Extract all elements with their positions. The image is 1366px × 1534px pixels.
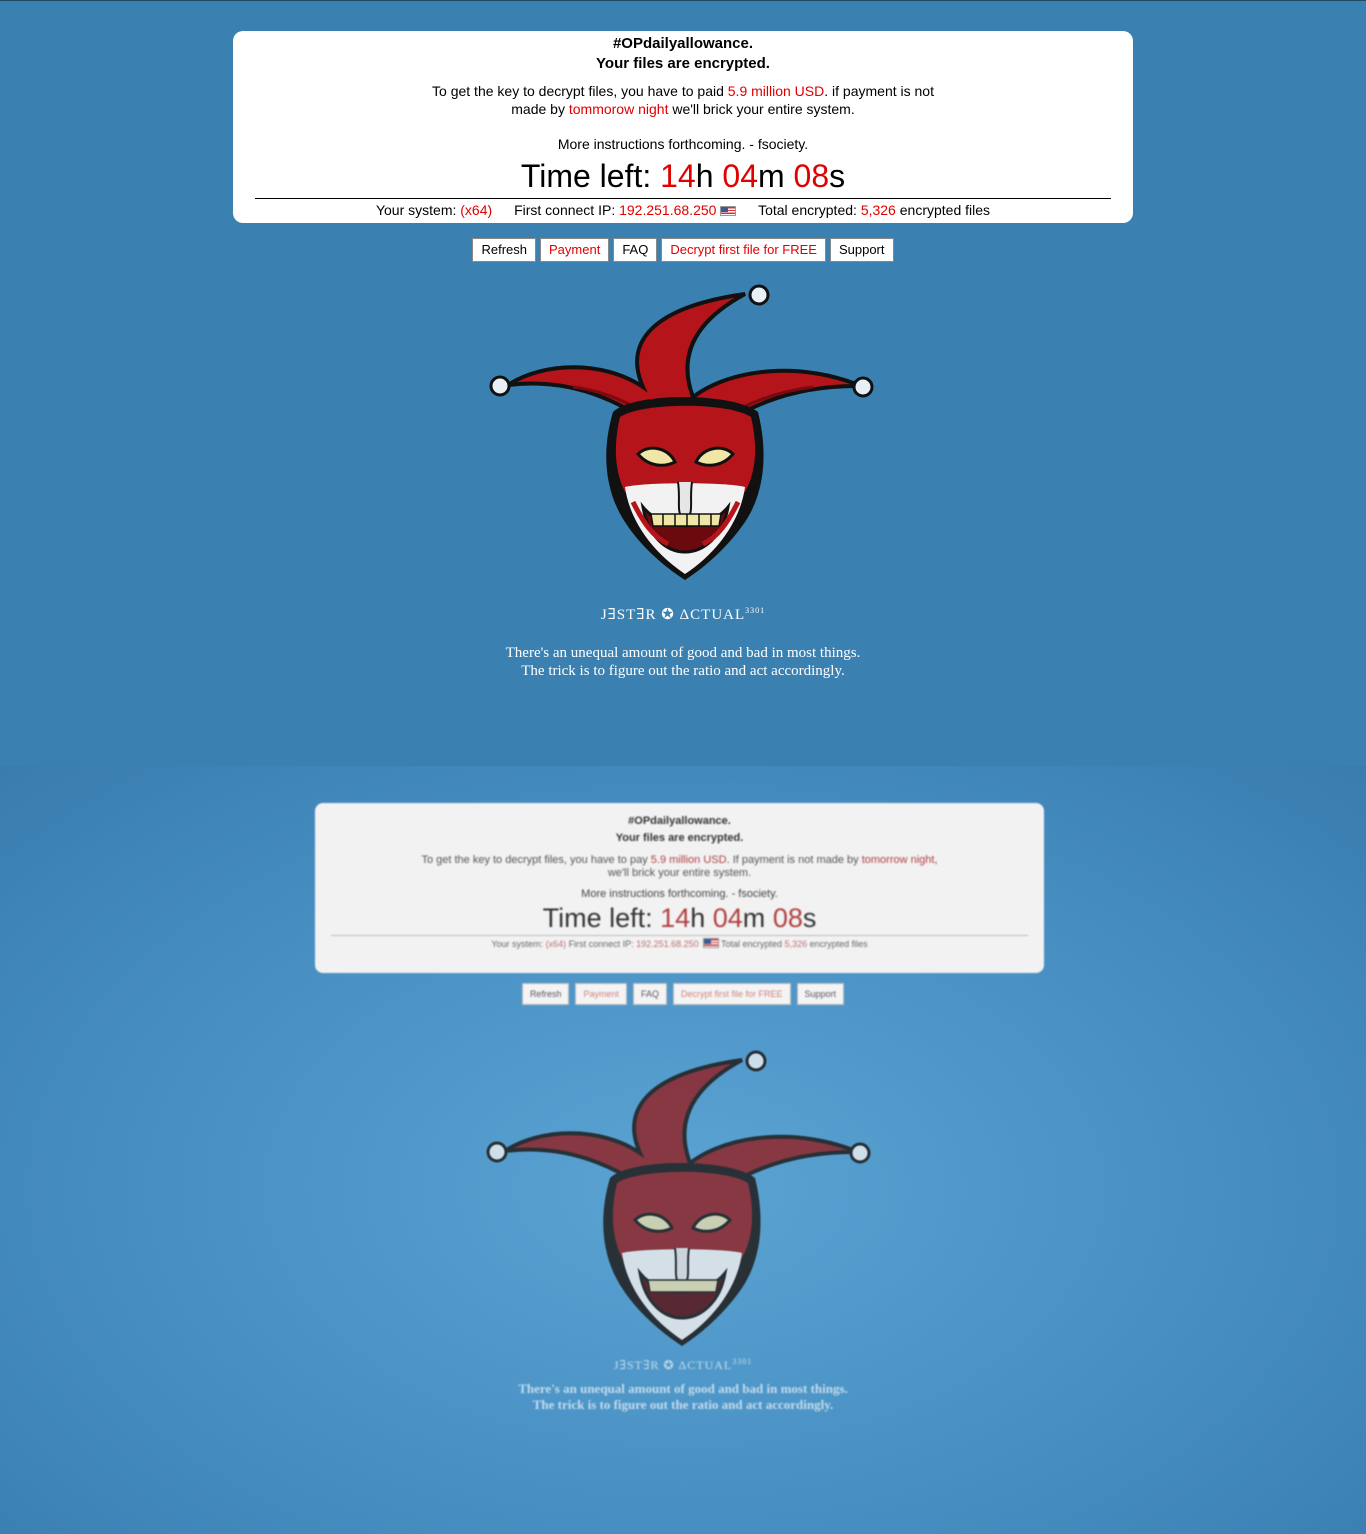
system-value: (x64)	[460, 202, 493, 218]
photo-quote: There's an unequal amount of good and ba…	[0, 1381, 1366, 1413]
encrypted-count: 5,326	[860, 202, 896, 218]
photo-timer-hours: 14	[660, 903, 691, 933]
photo-us-flag-icon	[702, 938, 719, 948]
quote-line-2: The trick is to figure out the ratio and…	[521, 663, 845, 679]
photo-ip-label: First connect IP:	[568, 939, 637, 949]
photo-message: To get the key to decrypt files, you hav…	[415, 854, 945, 880]
payment-button[interactable]: Payment	[540, 238, 610, 262]
photo-title: #OPdailyallowance.	[628, 815, 731, 827]
brand-sup: 3301	[745, 606, 766, 615]
ransom-amount: 5.9 million USD	[727, 83, 825, 99]
us-flag-icon	[720, 206, 737, 216]
action-buttons: Refresh Payment FAQ Decrypt first file f…	[0, 238, 1366, 262]
photo-refresh-button[interactable]: Refresh	[521, 983, 570, 1005]
jester-logo-icon	[489, 284, 874, 580]
photo-system-bar: Your system: (x64) First connect IP: 192…	[315, 936, 1044, 952]
photo-quote-line-2: The trick is to figure out the ratio and…	[532, 1397, 834, 1412]
timer-minutes: 04	[722, 158, 758, 194]
brand-name: J∃ST∃R ✪ ΔCTUAL3301	[0, 605, 1366, 624]
photo-subtitle: Your files are encrypted.	[615, 832, 744, 844]
photo-timer: Time left: 14h 04m 08s	[315, 903, 1044, 933]
photo-ip-value: 192.251.68.250	[636, 939, 699, 949]
system-info-bar: Your system: (x64) First connect IP: 192…	[233, 199, 1133, 221]
timer-m-unit: m	[758, 158, 785, 194]
photo-timer-h: h	[690, 903, 706, 933]
photo-amount: 5.9 million USD	[650, 854, 727, 866]
decrypt-free-button[interactable]: Decrypt first file for FREE	[661, 238, 826, 262]
photo-msg-2: . If payment is not made by	[726, 854, 862, 866]
notice-title: #OPdailyallowance.	[612, 35, 754, 52]
support-button[interactable]: Support	[829, 238, 894, 262]
ip-label: First connect IP:	[514, 202, 620, 218]
deadline-text: tommorow night	[568, 101, 669, 117]
refresh-button[interactable]: Refresh	[472, 238, 536, 262]
photo-enc-value: 5,326	[784, 939, 808, 949]
photo-brand-sup: 3301	[732, 1357, 753, 1366]
photo-brand-text: J∃ST∃R ✪ ΔCTUAL	[613, 1358, 733, 1372]
brand-text: J∃ST∃R ✪ ΔCTUAL	[600, 607, 746, 623]
more-instructions: More instructions forthcoming. - fsociet…	[557, 136, 809, 152]
photo-jester-logo-icon	[486, 1050, 871, 1346]
signature-block: J∃ST∃R ✪ ΔCTUAL3301 There's an unequal a…	[0, 605, 1366, 680]
photo-enc-suffix: encrypted files	[807, 939, 868, 949]
quote-line-1: There's an unequal amount of good and ba…	[505, 645, 861, 661]
faq-button[interactable]: FAQ	[613, 238, 658, 262]
system-label: Your system:	[375, 202, 461, 218]
timer-seconds: 08	[793, 158, 830, 194]
photo-timer-m: m	[742, 903, 766, 933]
timer-hours: 14	[660, 158, 696, 194]
photo-deadline: tomorrow night	[861, 854, 935, 866]
photo-timer-minutes: 04	[712, 903, 743, 933]
photo-timer-s: s	[802, 903, 817, 933]
photo-brand: J∃ST∃R ✪ ΔCTUAL3301	[0, 1357, 1366, 1373]
photo-action-buttons: Refresh Payment FAQ Decrypt first file f…	[0, 983, 1366, 1005]
timer-s-unit: s	[829, 158, 846, 194]
countdown-timer: Time left: 14h 04m 08s	[233, 158, 1133, 194]
photo-faq-button[interactable]: FAQ	[632, 983, 667, 1005]
photo-msg-1: To get the key to decrypt files, you hav…	[421, 854, 651, 866]
timer-h-unit: h	[695, 158, 714, 194]
notice-message: To get the key to decrypt files, you hav…	[423, 82, 943, 118]
photo-quote-line-1: There's an unequal amount of good and ba…	[518, 1381, 848, 1396]
photo-timer-seconds: 08	[772, 903, 803, 933]
notice-subtitle: Your files are encrypted.	[596, 55, 770, 72]
encrypted-suffix: encrypted files	[895, 202, 991, 218]
msg-text-1: To get the key to decrypt files, you hav…	[432, 83, 728, 99]
photo-decrypt-button[interactable]: Decrypt first file for FREE	[673, 983, 791, 1005]
photo-payment-button[interactable]: Payment	[575, 983, 627, 1005]
photo-timer-label: Time left:	[542, 903, 661, 933]
photo-support-button[interactable]: Support	[796, 983, 845, 1005]
photo-notice-card: #OPdailyallowance. Your files are encryp…	[315, 803, 1044, 973]
photo-more: More instructions forthcoming. - fsociet…	[581, 888, 778, 900]
photo-sys-label: Your system:	[491, 939, 546, 949]
ransom-notice-card: #OPdailyallowance. Your files are encryp…	[233, 31, 1133, 223]
msg-text-3: we'll brick your entire system.	[668, 101, 855, 117]
ip-value: 192.251.68.250	[619, 202, 717, 218]
photo-signature-block: J∃ST∃R ✪ ΔCTUAL3301 There's an unequal a…	[0, 1357, 1366, 1413]
encrypted-label: Total encrypted:	[758, 202, 861, 218]
quote: There's an unequal amount of good and ba…	[0, 644, 1366, 680]
photo-sys-value: (x64)	[545, 939, 567, 949]
photo-enc-label: Total encrypted	[721, 939, 785, 949]
timer-label: Time left:	[520, 158, 661, 194]
